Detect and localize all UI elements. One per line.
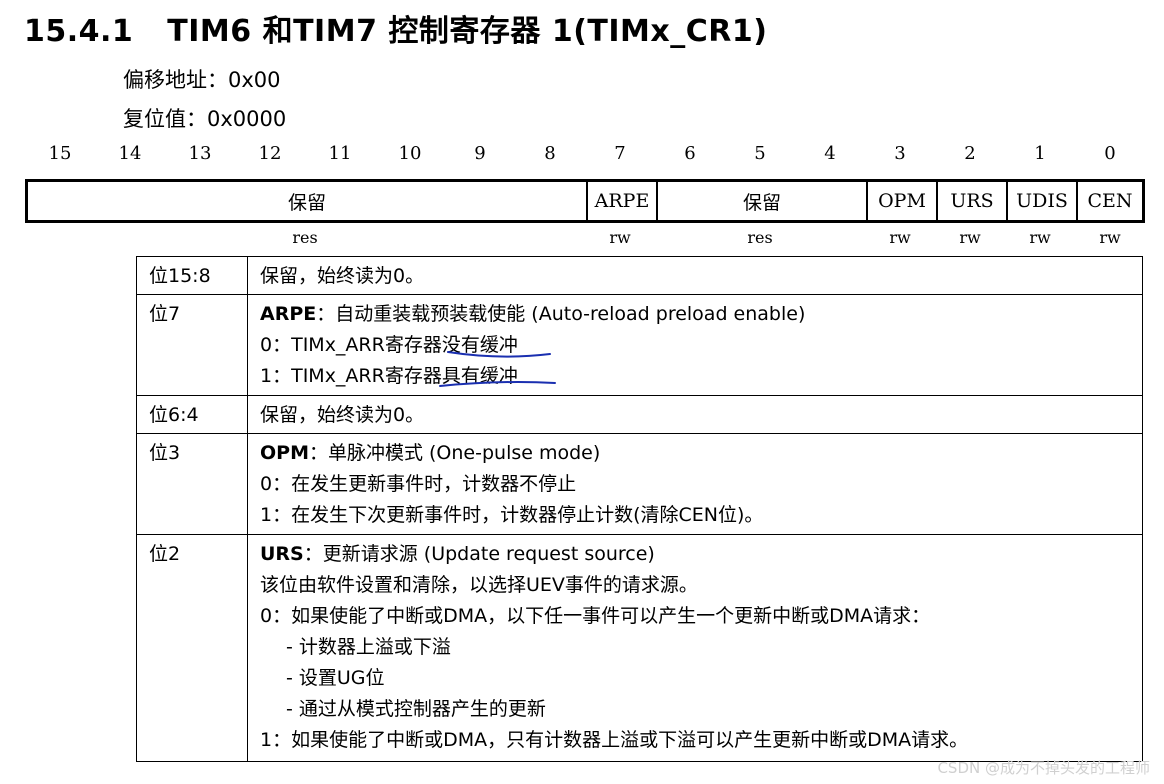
bit-number: 10 (398, 143, 422, 164)
bit-number: 6 (684, 143, 696, 164)
field-title: ：自动重装载预装载使能 (Auto-reload preload enable) (316, 303, 806, 325)
bit-number: 2 (964, 143, 976, 164)
bit-description: 保留，始终读为0。 (247, 395, 1143, 434)
description-heading: URS：更新请求源 (Update request source) (260, 539, 1130, 570)
description-line: - 通过从模式控制器产生的更新 (286, 698, 546, 720)
bit-number: 5 (754, 143, 766, 164)
table-row: 位6:4 保留，始终读为0。 (136, 395, 1143, 434)
description-line: 0：如果使能了中断或DMA，以下任一事件可以产生一个更新中断或DMA请求： (260, 605, 931, 627)
field-opm: OPM (866, 182, 936, 220)
bit-description: OPM：单脉冲模式 (One-pulse mode) 0：在发生更新事件时，计数… (247, 433, 1143, 535)
access-type: res (747, 228, 773, 247)
description-line: 该位由软件设置和清除，以选择UEV事件的请求源。 (260, 574, 698, 596)
bit-label: 位3 (136, 433, 248, 535)
field-name: URS (260, 543, 304, 565)
section-title: 15.4.1 TIM6 和TIM7 控制寄存器 1(TIMx_CR1) (24, 6, 767, 50)
bit-number: 12 (258, 143, 282, 164)
bit-description: ARPE：自动重装载预装载使能 (Auto-reload preload ena… (247, 294, 1143, 396)
reset-value: 复位值：0x0000 (123, 107, 287, 131)
offset-address: 偏移地址：0x00 (123, 68, 281, 92)
bit-number: 9 (474, 143, 486, 164)
section-title-text: TIM6 和TIM7 控制寄存器 1(TIMx_CR1) (167, 14, 768, 49)
description-line: 0：TIMx_ARR寄存器没有缓冲 (260, 334, 518, 356)
bit-label: 位7 (136, 294, 248, 396)
bit-label: 位2 (136, 534, 248, 762)
field-reserved-15-8: 保留 (287, 191, 326, 214)
access-type: rw (1099, 228, 1121, 247)
description-heading: ARPE：自动重装载预装载使能 (Auto-reload preload ena… (260, 299, 1130, 330)
bit-number: 13 (188, 143, 212, 164)
description-line: 保留，始终读为0。 (260, 404, 425, 426)
bit-description-table: 位15:8 保留，始终读为0。 位7 ARPE：自动重装载预装载使能 (Auto… (136, 256, 1143, 762)
bit-number: 8 (544, 143, 556, 164)
description-line: - 计数器上溢或下溢 (286, 636, 451, 658)
description-line: 0：在发生更新事件时，计数器不停止 (260, 473, 577, 495)
access-type: rw (959, 228, 981, 247)
field-name: ARPE (260, 303, 317, 325)
field-udis: UDIS (1006, 182, 1076, 220)
access-type: rw (609, 228, 631, 247)
field-title: ：更新请求源 (Update request source) (303, 543, 655, 565)
bit-number: 4 (824, 143, 836, 164)
field-title: ：单脉冲模式 (One-pulse mode) (308, 442, 601, 464)
description-heading: OPM：单脉冲模式 (One-pulse mode) (260, 438, 1130, 469)
access-type: rw (889, 228, 911, 247)
description-line: 1：在发生下次更新事件时，计数器停止计数(清除CEN位)。 (260, 504, 764, 526)
bit-number: 3 (894, 143, 906, 164)
field-name: OPM (260, 442, 309, 464)
access-type: res (292, 228, 318, 247)
table-row: 位15:8 保留，始终读为0。 (136, 256, 1143, 295)
bit-description: 保留，始终读为0。 (247, 256, 1143, 295)
section-number: 15.4.1 (24, 14, 134, 49)
bit-number: 15 (48, 143, 72, 164)
table-row: 位7 ARPE：自动重装载预装载使能 (Auto-reload preload … (136, 294, 1143, 396)
table-row: 位2 URS：更新请求源 (Update request source) 该位由… (136, 534, 1143, 762)
access-type: rw (1029, 228, 1051, 247)
register-field-map: 保留 ARPE 保留 OPM URS UDIS CEN (25, 179, 1145, 223)
field-reserved-6-4: 保留 (656, 182, 866, 220)
bit-label: 位15:8 (136, 256, 248, 295)
access-row: res rw res rw rw rw rw (25, 228, 1145, 250)
watermark: CSDN @成为不掉头发的工程师 (937, 759, 1150, 777)
bit-number: 11 (328, 143, 352, 164)
bit-number: 0 (1104, 143, 1116, 164)
bit-number: 1 (1034, 143, 1046, 164)
field-cen: CEN (1076, 182, 1142, 220)
bit-number: 14 (118, 143, 142, 164)
description-line: 保留，始终读为0。 (260, 265, 425, 287)
description-line: 1：如果使能了中断或DMA，只有计数器上溢或下溢可以产生更新中断或DMA请求。 (260, 729, 969, 751)
table-row: 位3 OPM：单脉冲模式 (One-pulse mode) 0：在发生更新事件时… (136, 433, 1143, 535)
description-line: - 设置UG位 (286, 667, 385, 689)
bit-description: URS：更新请求源 (Update request source) 该位由软件设… (247, 534, 1143, 762)
description-line: 1：TIMx_ARR寄存器具有缓冲 (260, 365, 518, 387)
bit-label: 位6:4 (136, 395, 248, 434)
bit-number: 7 (614, 143, 626, 164)
field-urs: URS (936, 182, 1006, 220)
field-arpe: ARPE (586, 182, 656, 220)
bit-number-row: 15 14 13 12 11 10 9 8 7 6 5 4 3 2 1 0 (25, 143, 1145, 169)
